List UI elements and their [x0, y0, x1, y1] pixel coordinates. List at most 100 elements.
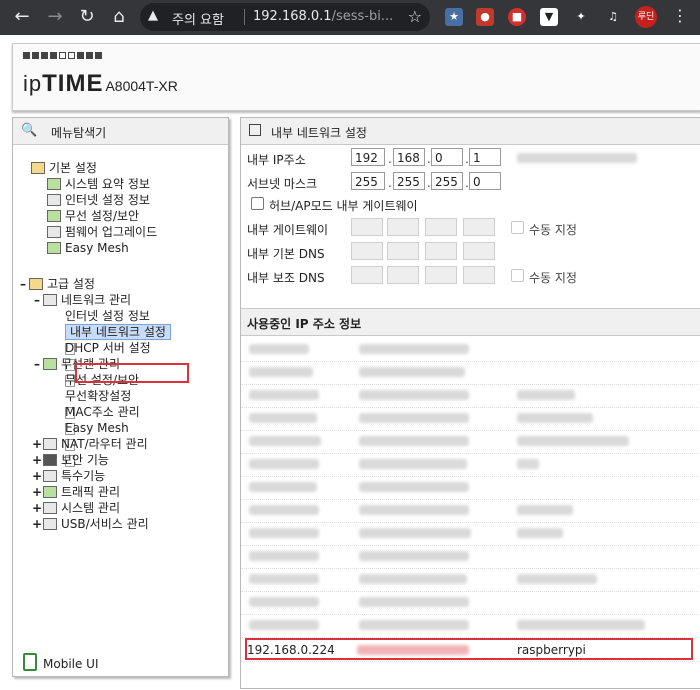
tree-traffic[interactable]: + 트래픽 관리	[31, 484, 120, 500]
tree-network[interactable]: – 네트워크 관리	[31, 292, 131, 308]
hub-mode-label: 허브/AP모드 내부 게이트웨이	[269, 199, 418, 213]
table-row	[241, 453, 700, 477]
bookmark-star-icon[interactable]: ☆	[408, 7, 422, 26]
tree-subitem-selected[interactable]: 내부 네트워크 설정	[65, 324, 171, 371]
section-title: 내부 네트워크 설정	[271, 126, 367, 140]
tree-item[interactable]: 인터넷 설정 정보	[47, 192, 150, 208]
dns-manual-checkbox[interactable]	[511, 269, 524, 282]
menu-explorer-header: 🔍 메뉴탐색기	[13, 118, 228, 145]
address-bar[interactable]: ▲ 주의 요함 192.168.0.1/sess-bi... ☆	[140, 3, 430, 31]
blurred-name	[517, 528, 563, 538]
blurred-name	[517, 620, 645, 630]
warning-icon[interactable]: ▲	[148, 8, 158, 23]
ip-octet-2[interactable]: 168	[393, 148, 425, 166]
blurred-ip	[249, 597, 319, 607]
profile-avatar[interactable]: 루딘	[635, 6, 657, 28]
dns-manual-label: 수동 지정	[529, 271, 577, 285]
reload-icon[interactable]: ↻	[75, 5, 99, 29]
more-menu-icon[interactable]: ⋮	[672, 6, 688, 25]
table-row	[241, 430, 700, 454]
home-icon[interactable]: ⌂	[107, 5, 131, 29]
tree-basic[interactable]: 기본 설정	[31, 160, 97, 176]
tree-subitem[interactable]: MAC주소 관리	[65, 404, 140, 451]
lease-section-header: 사용중인 IP 주소 정보	[241, 308, 700, 336]
mask-octet-1[interactable]: 255	[351, 172, 385, 190]
dns2-octet-2[interactable]	[387, 266, 419, 284]
santa-ext-icon[interactable]: ●	[476, 8, 494, 26]
mobile-ui-link[interactable]: Mobile UI	[23, 653, 99, 671]
tree-subitem[interactable]: DHCP 서버 설정	[65, 340, 151, 387]
search-icon: 🔍	[21, 123, 38, 138]
tree-subitem[interactable]: 무선확장설정	[65, 388, 131, 435]
download-ext-icon[interactable]: ▼	[540, 8, 558, 26]
gateway-manual-checkbox[interactable]	[511, 221, 524, 234]
section-icon	[249, 124, 261, 136]
ip-octet-4[interactable]: 1	[469, 148, 501, 166]
gateway-row: 내부 게이트웨이 수동 지정	[247, 218, 697, 238]
tree-nat[interactable]: + NAT/라우터 관리	[31, 436, 148, 452]
shield-ext-icon[interactable]: ■	[508, 8, 526, 26]
dns2-octet-3[interactable]	[425, 266, 457, 284]
blurred-mac	[359, 367, 465, 377]
ip-octet-3[interactable]: 0	[431, 148, 463, 166]
bookmark-ext-icon[interactable]: ★	[445, 8, 463, 26]
blurred-mac	[359, 344, 469, 354]
table-row	[241, 407, 700, 431]
router-admin-page: ipTIME A8004T-XR 🔍 메뉴탐색기 기본 설정 시스템 요약 정보 …	[0, 35, 700, 690]
blurred-mac	[359, 528, 471, 538]
blurred-name	[517, 505, 573, 515]
table-row	[241, 545, 700, 569]
table-row	[241, 499, 700, 523]
mask-octet-3[interactable]: 255	[431, 172, 463, 190]
dns2-octet-4[interactable]	[463, 266, 495, 284]
dns1-octet-4[interactable]	[463, 242, 495, 260]
hub-mode-checkbox[interactable]	[251, 197, 264, 210]
dns2-label: 내부 보조 DNS	[247, 271, 325, 285]
blurred-ip	[249, 344, 309, 354]
menu-explorer-title: 메뉴탐색기	[51, 126, 107, 140]
tree-special[interactable]: + 특수기능	[31, 468, 105, 484]
tree-subitem[interactable]: 인터넷 설정 정보	[65, 308, 150, 355]
table-row	[241, 384, 700, 408]
dns1-row: 내부 기본 DNS	[247, 242, 697, 262]
dns1-octet-3[interactable]	[425, 242, 457, 260]
table-row	[241, 591, 700, 615]
forward-icon[interactable]: →	[43, 5, 67, 29]
security-label[interactable]: 주의 요함	[172, 9, 224, 28]
media-icon[interactable]: ♫	[604, 8, 622, 26]
blurred-name	[517, 390, 575, 400]
blurred-mac	[357, 645, 469, 655]
tree-advanced[interactable]: – 고급 설정	[17, 276, 95, 292]
mask-label: 서브넷 마스크	[247, 177, 318, 191]
dns2-octet-1[interactable]	[351, 266, 383, 284]
gateway-label: 내부 게이트웨이	[247, 223, 329, 237]
gw-octet-1[interactable]	[351, 218, 383, 236]
tree-item[interactable]: 시스템 요약 정보	[47, 176, 150, 192]
mask-octet-4[interactable]: 0	[469, 172, 501, 190]
tree-item[interactable]: 펌웨어 업그레이드	[47, 224, 157, 240]
ip-octet-1[interactable]: 192	[351, 148, 385, 166]
url-text[interactable]: 192.168.0.1/sess-bi...	[253, 9, 393, 24]
tree-item[interactable]: Easy Mesh	[47, 240, 129, 256]
gw-octet-3[interactable]	[425, 218, 457, 236]
model-name: A8004T-XR	[105, 78, 178, 94]
tree-item[interactable]: 무선 설정/보안	[47, 208, 139, 224]
dns1-octet-2[interactable]	[387, 242, 419, 260]
gw-octet-4[interactable]	[463, 218, 495, 236]
mask-octet-2[interactable]: 255	[393, 172, 425, 190]
dns1-octet-1[interactable]	[351, 242, 383, 260]
blurred-ip	[249, 390, 319, 400]
blurred-mac	[359, 574, 467, 584]
blurred-ip	[249, 413, 317, 423]
tree-subitem[interactable]: Easy Mesh	[65, 420, 129, 467]
blurred-ip	[249, 505, 319, 515]
tree-security[interactable]: + 보안 기능	[31, 452, 109, 468]
puzzle-icon[interactable]: ✦	[572, 8, 590, 26]
gw-octet-2[interactable]	[387, 218, 419, 236]
ip-row: 내부 IP주소 192 . 168 . 0 . 1	[247, 148, 697, 168]
tree-usb[interactable]: + USB/서비스 관리	[31, 516, 149, 532]
tree-system[interactable]: + 시스템 관리	[31, 500, 120, 516]
back-icon[interactable]: ←	[10, 5, 34, 29]
dns1-label: 내부 기본 DNS	[247, 247, 325, 261]
mask-row: 서브넷 마스크 255 . 255 . 255 . 0	[247, 172, 697, 192]
